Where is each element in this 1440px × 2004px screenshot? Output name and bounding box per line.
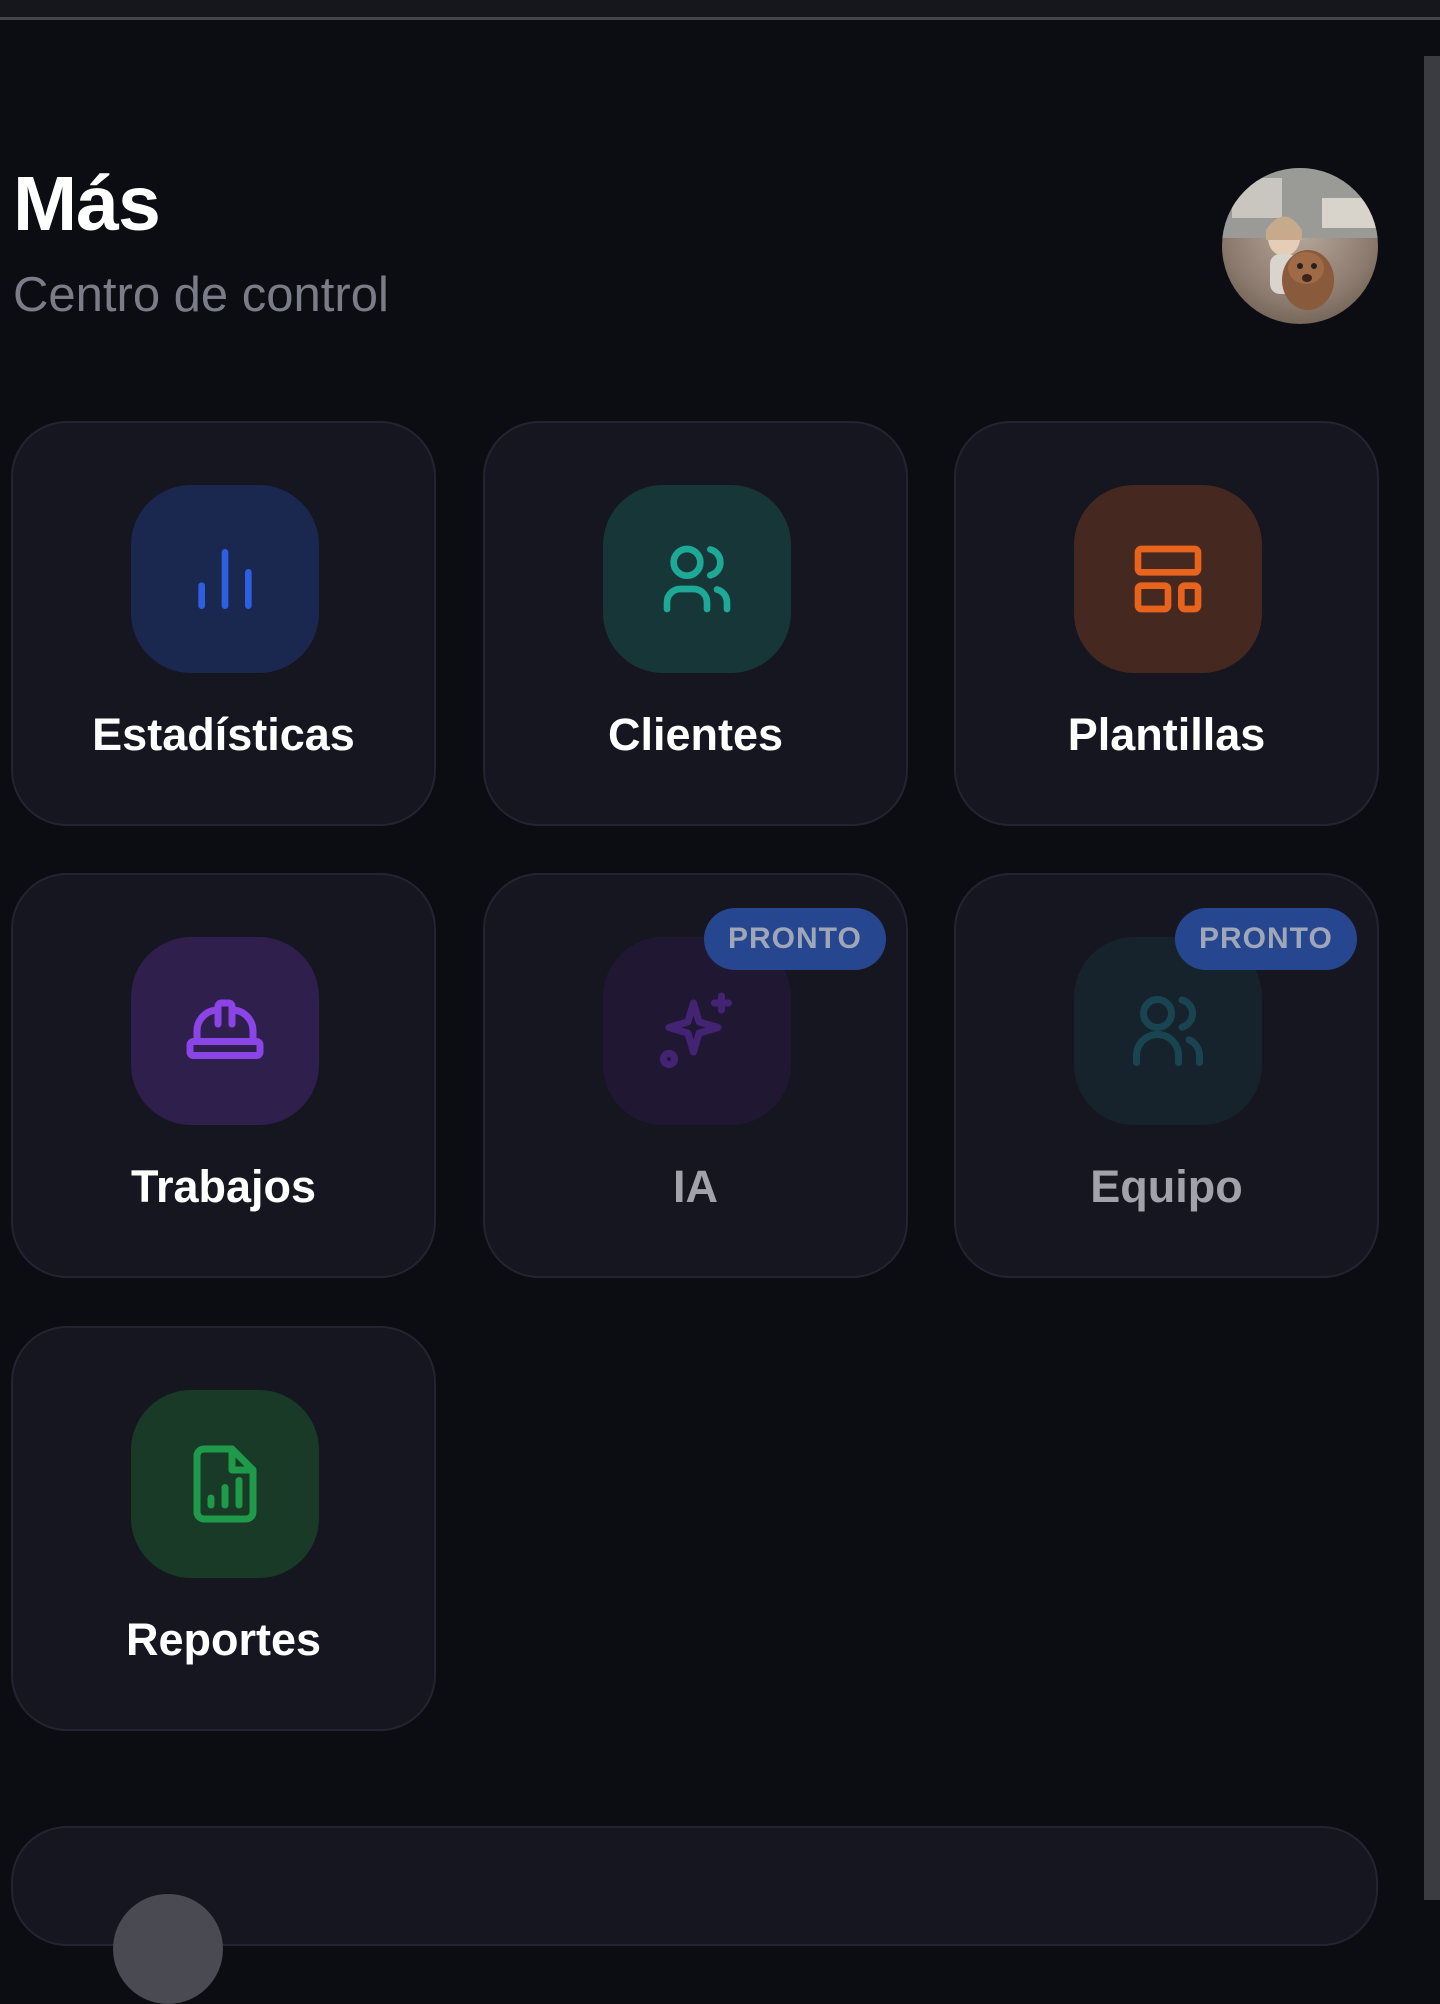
top-app-bar: [0, 0, 1440, 20]
tile-label: Equipo: [1090, 1161, 1243, 1212]
tile-reportes[interactable]: Reportes: [11, 1326, 436, 1731]
tile-clientes[interactable]: Clientes: [483, 421, 908, 826]
page-title: Más: [13, 161, 161, 247]
page-header: Más Centro de control: [13, 160, 389, 323]
users-icon: [1133, 996, 1203, 1066]
avatar[interactable]: [1222, 168, 1378, 324]
tile-label: Trabajos: [130, 1161, 317, 1212]
tile-icon-box: [603, 485, 791, 673]
tile-trabajos[interactable]: Trabajos: [11, 873, 436, 1278]
scrollbar[interactable]: [1424, 56, 1440, 1900]
tile-label: Reportes: [125, 1614, 322, 1665]
tile-estadisticas[interactable]: Estadísticas: [11, 421, 436, 826]
hard-hat-icon: [186, 999, 264, 1059]
profile-card[interactable]: [11, 1826, 1378, 2004]
tile-icon-box: [131, 1390, 319, 1578]
tile-icon-box: [131, 937, 319, 1125]
bar-chart-icon: [198, 549, 252, 609]
tile-icon-box: [131, 485, 319, 673]
tile-label: Plantillas: [1067, 709, 1266, 760]
users-icon: [663, 545, 731, 613]
file-chart-icon: [193, 1445, 257, 1523]
tile-ia[interactable]: PRONTO IA: [483, 873, 908, 1278]
tile-label: IA: [673, 1161, 718, 1212]
status-badge: PRONTO: [704, 908, 886, 970]
tile-label: Estadísticas: [92, 709, 355, 760]
sparkles-icon: [659, 992, 732, 1069]
tile-equipo[interactable]: PRONTO Equipo: [954, 873, 1379, 1278]
layout-template-icon: [1134, 545, 1202, 613]
tile-label: Clientes: [607, 709, 784, 760]
avatar: [113, 1894, 223, 2004]
page-subtitle: Centro de control: [13, 268, 389, 322]
status-badge: PRONTO: [1175, 908, 1357, 970]
tile-plantillas[interactable]: Plantillas: [954, 421, 1379, 826]
tile-icon-box: [1074, 485, 1262, 673]
